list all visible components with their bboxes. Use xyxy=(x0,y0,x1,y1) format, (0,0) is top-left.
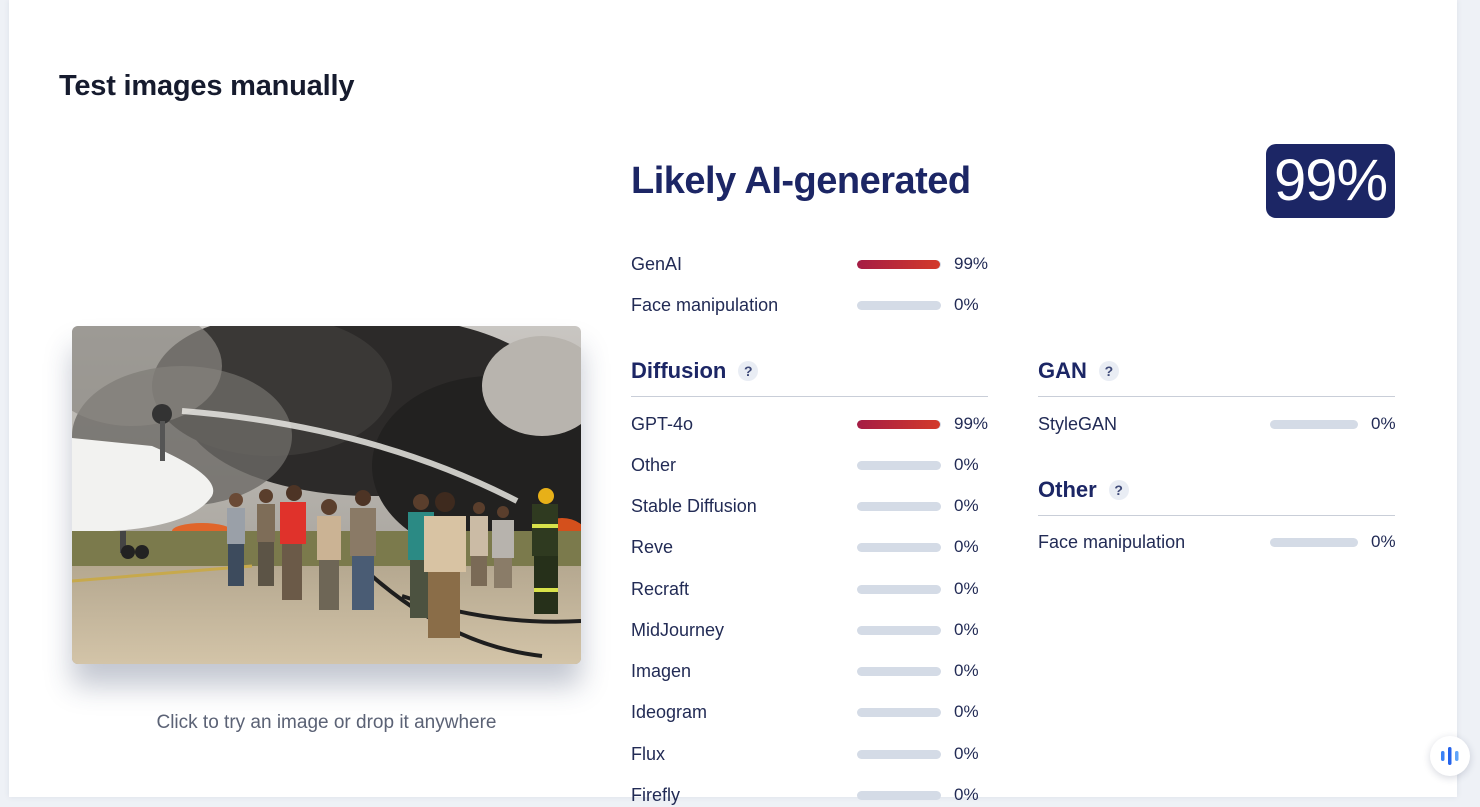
row-percent: 0% xyxy=(954,661,979,680)
row-label: MidJourney xyxy=(631,619,725,640)
model-row-stylegan: StyleGAN 0% xyxy=(1038,412,1418,436)
row-percent: 0% xyxy=(1371,532,1396,551)
score-bar xyxy=(857,259,941,269)
score-bar xyxy=(857,790,941,800)
row-label: StyleGAN xyxy=(1038,413,1118,434)
group-heading-diffusion: Diffusion ? xyxy=(631,358,759,384)
row-label: Face manipulation xyxy=(631,294,779,315)
row-percent: 0% xyxy=(954,455,979,474)
row-label: Stable Diffusion xyxy=(631,495,757,516)
divider xyxy=(1038,396,1395,397)
row-percent: 99% xyxy=(954,414,989,433)
summary-row-genai: GenAI 99% xyxy=(631,252,1011,276)
score-bar xyxy=(1270,537,1358,547)
model-row-midjourney: MidJourney 0% xyxy=(631,618,1011,642)
airplane-fire-photo xyxy=(72,326,581,664)
row-label: Reve xyxy=(631,536,674,557)
upload-hint[interactable]: Click to try an image or drop it anywher… xyxy=(72,712,581,734)
row-label: Ideogram xyxy=(631,701,708,722)
row-label: GenAI xyxy=(631,253,683,274)
score-bar xyxy=(857,300,941,310)
divider xyxy=(631,396,988,397)
group-heading-gan: GAN ? xyxy=(1038,358,1119,384)
score-bar-fill xyxy=(857,259,941,269)
row-label: Flux xyxy=(631,743,666,764)
row-label: Face manipulation xyxy=(1038,531,1186,552)
summary-row-face-manipulation: Face manipulation 0% xyxy=(631,293,1011,317)
group-title: GAN xyxy=(1038,358,1087,383)
row-percent: 0% xyxy=(954,785,979,804)
help-icon[interactable]: ? xyxy=(1098,361,1119,381)
model-row-ideogram: Ideogram 0% xyxy=(631,700,1011,724)
score-bar xyxy=(857,584,941,594)
model-row-stable-diffusion: Stable Diffusion 0% xyxy=(631,494,1011,518)
row-percent: 0% xyxy=(954,744,979,763)
model-row-recraft: Recraft 0% xyxy=(631,577,1011,601)
model-row-face-manipulation: Face manipulation 0% xyxy=(1038,530,1418,554)
model-row-other: Other 0% xyxy=(631,453,1011,477)
row-label: Firefly xyxy=(631,784,680,805)
row-percent: 0% xyxy=(954,496,979,515)
section-title: Test images manually xyxy=(59,70,355,102)
score-bar xyxy=(1270,419,1358,429)
uploaded-image[interactable] xyxy=(72,326,581,664)
score-bar-fill xyxy=(857,419,941,429)
model-row-gpt-4o: GPT-4o 99% xyxy=(631,412,1011,436)
score-bar xyxy=(857,460,941,470)
row-label: GPT-4o xyxy=(631,413,694,434)
row-percent: 0% xyxy=(1371,414,1396,433)
model-row-firefly: Firefly 0% xyxy=(631,783,1011,807)
row-percent: 99% xyxy=(954,254,989,273)
row-label: Imagen xyxy=(631,660,692,681)
model-row-imagen: Imagen 0% xyxy=(631,659,1011,683)
model-row-reve: Reve 0% xyxy=(631,535,1011,559)
score-bar xyxy=(857,501,941,511)
row-label: Other xyxy=(631,454,677,475)
score-bar xyxy=(857,625,941,635)
main-card: Test images manually Click to try an ima… xyxy=(9,0,1457,805)
group-title: Other xyxy=(1038,477,1097,502)
row-percent: 0% xyxy=(954,537,979,556)
score-badge: 99% xyxy=(1266,144,1395,218)
score-bar xyxy=(857,749,941,759)
score-bar xyxy=(857,419,941,429)
floating-action-button[interactable] xyxy=(1430,736,1470,776)
row-percent: 0% xyxy=(954,620,979,639)
row-percent: 0% xyxy=(954,702,979,721)
row-label: Recraft xyxy=(631,578,690,599)
group-title: Diffusion xyxy=(631,358,727,383)
score-bar xyxy=(857,666,941,676)
row-percent: 0% xyxy=(954,295,979,314)
row-percent: 0% xyxy=(954,579,979,598)
result-verdict: Likely AI-generated xyxy=(631,160,971,202)
divider xyxy=(1038,515,1395,516)
model-row-flux: Flux 0% xyxy=(631,742,1011,766)
group-heading-other: Other ? xyxy=(1038,477,1129,503)
audio-bars-icon xyxy=(1441,747,1459,765)
help-icon[interactable]: ? xyxy=(738,361,759,381)
score-bar xyxy=(857,542,941,552)
help-icon[interactable]: ? xyxy=(1108,480,1129,500)
score-bar xyxy=(857,707,941,717)
